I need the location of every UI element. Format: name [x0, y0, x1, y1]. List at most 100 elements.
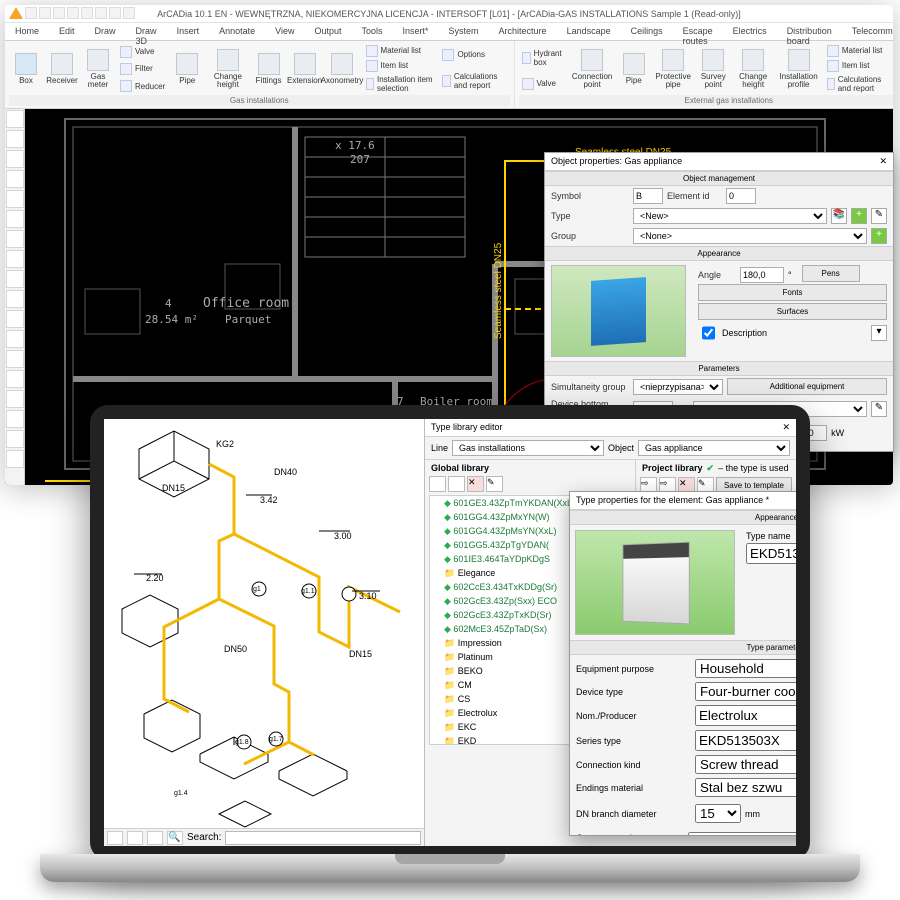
extension-button[interactable]: Extension [288, 43, 322, 95]
app-logo-icon [9, 7, 23, 19]
nom-input[interactable] [695, 705, 796, 726]
valve2-button[interactable]: Valve [519, 77, 568, 91]
additional-equip-button[interactable]: Additional equipment [727, 378, 887, 395]
item-list-button[interactable]: Item list [363, 59, 438, 73]
symbol-input[interactable] [633, 188, 663, 204]
tab-view[interactable]: View [265, 23, 304, 40]
pipe2-button[interactable]: Pipe [617, 43, 651, 95]
lib-btn-icon[interactable] [448, 476, 465, 492]
close-icon[interactable]: ✕ [782, 422, 790, 433]
surfaces-button[interactable]: Surfaces [698, 303, 887, 320]
dn-select[interactable]: 15 [695, 804, 741, 823]
pencil-icon[interactable]: ✎ [871, 208, 887, 224]
description-checkbox[interactable] [702, 325, 715, 341]
left-toolbar[interactable] [5, 109, 25, 485]
lib-edit-icon[interactable]: ✎ [486, 476, 503, 492]
tab-edit[interactable]: Edit [49, 23, 85, 40]
protective-pipe-button[interactable]: Protective pipe [653, 43, 694, 95]
isometric-view[interactable]: KG2 DN40 DN15 DN15 DN50 3.42 3.00 2.20 3… [104, 419, 424, 846]
type-name-input[interactable] [746, 543, 796, 564]
tab-system[interactable]: System [439, 23, 489, 40]
tab-ceilings[interactable]: Ceilings [621, 23, 673, 40]
angle-input[interactable] [740, 267, 784, 283]
change-height2-button[interactable]: Change height [733, 43, 773, 95]
tab-landscape[interactable]: Landscape [557, 23, 621, 40]
devtype-select[interactable]: Four-burner cooker with roaster [695, 682, 796, 701]
line-select[interactable]: Gas installations [452, 440, 604, 456]
eqp-select[interactable]: Household [695, 659, 796, 678]
reducer-button[interactable]: Reducer [117, 79, 168, 93]
axonometry-button[interactable]: Axonometry [324, 43, 361, 95]
pens-button[interactable]: Pens [802, 265, 860, 282]
svg-text:3.10: 3.10 [359, 591, 377, 601]
laptop-base [40, 854, 860, 882]
tab-draw[interactable]: Draw [85, 23, 126, 40]
series-input[interactable] [695, 730, 796, 751]
close-icon[interactable]: ✕ [879, 156, 887, 167]
ribbon-tabs[interactable]: HomeEditDrawDraw 3DInsertAnnotateViewOut… [5, 23, 893, 41]
help-button[interactable]: Help [890, 75, 893, 89]
iso-bottom-toolbar[interactable]: 🔍Search: [104, 828, 424, 846]
add-icon[interactable]: + [851, 208, 867, 224]
install-profile-button[interactable]: Installation profile [775, 43, 822, 95]
tab-insert[interactable]: Insert [167, 23, 210, 40]
tab-output[interactable]: Output [304, 23, 351, 40]
description-edit-icon[interactable]: ▾ [871, 325, 887, 341]
type-library-icon[interactable]: 📚 [831, 208, 847, 224]
calc-button[interactable]: Calculations and report [439, 71, 509, 91]
tool-icon[interactable] [127, 831, 143, 845]
window-title: ArCADia 10.1 EN - WEWNĘTRZNA, NIEKOMERCY… [157, 9, 741, 19]
tab-home[interactable]: Home [5, 23, 49, 40]
tab-escape-routes[interactable]: Escape routes [673, 23, 723, 40]
tab-annotate[interactable]: Annotate [209, 23, 265, 40]
options2-button[interactable]: Options [890, 49, 893, 63]
group-select[interactable]: <None> [633, 228, 867, 244]
tab-tools[interactable]: Tools [352, 23, 393, 40]
tool-icon[interactable] [147, 831, 163, 845]
simultaneity-select[interactable]: <nieprzypisana> [633, 379, 723, 395]
endings-select[interactable]: Stal bez szwu [695, 778, 796, 797]
quick-access-toolbar[interactable] [25, 7, 135, 19]
tab-distribution-board[interactable]: Distribution board [777, 23, 842, 40]
tab-electrics[interactable]: Electrics [723, 23, 777, 40]
install-item-sel-button[interactable]: Installation item selection [363, 74, 438, 94]
item-list2-button[interactable]: Item list [824, 59, 889, 73]
search-icon[interactable]: 🔍 [167, 831, 183, 845]
cbh-input[interactable] [688, 832, 796, 836]
object-select[interactable]: Gas appliance [638, 440, 790, 456]
options-button[interactable]: Options [439, 48, 509, 62]
add-group-icon[interactable]: + [871, 228, 887, 244]
filter-button[interactable]: Filter [117, 62, 168, 76]
svg-text:x 17.6: x 17.6 [335, 139, 375, 152]
tab-architecture[interactable]: Architecture [489, 23, 557, 40]
svg-text:DN50: DN50 [224, 644, 247, 654]
calc2-button[interactable]: Calculations and report [824, 74, 889, 94]
hydrant-button[interactable]: Hydrant box [519, 48, 568, 68]
connection-point-button[interactable]: Connection point [570, 43, 615, 95]
conn-select[interactable]: Screw thread [695, 755, 796, 774]
fonts-button[interactable]: Fonts [698, 284, 887, 301]
panel-title: Type properties for the element: Gas app… [576, 495, 769, 506]
svg-text:Seamless steel DN25: Seamless steel DN25 [493, 242, 504, 339]
box-button[interactable]: Box [9, 43, 43, 95]
material-list-button[interactable]: Material list [363, 44, 438, 58]
receiver-button[interactable]: Receiver [45, 43, 79, 95]
lib-del-icon[interactable]: ✕ [467, 476, 484, 492]
elementid-input[interactable] [726, 188, 756, 204]
fittings-button[interactable]: Fittings [252, 43, 286, 95]
gas-edit-icon[interactable]: ✎ [871, 401, 887, 417]
tab-draw-3d[interactable]: Draw 3D [126, 23, 167, 40]
lib-btn-icon[interactable] [429, 476, 446, 492]
valve-button[interactable]: Valve [117, 45, 168, 59]
survey-point-button[interactable]: Survey point [696, 43, 732, 95]
tool-icon[interactable] [107, 831, 123, 845]
tab-telecommunication[interactable]: Telecommunication [842, 23, 893, 40]
gas-meter-button[interactable]: Gas meter [81, 43, 115, 95]
search-input[interactable] [225, 831, 421, 845]
type-select[interactable]: <New> [633, 208, 827, 224]
tab-insert-[interactable]: Insert* [393, 23, 439, 40]
change-height-button[interactable]: Change height [206, 43, 249, 95]
type-properties-panel[interactable]: Type properties for the element: Gas app… [569, 491, 796, 836]
material-list2-button[interactable]: Material list [824, 44, 889, 58]
pipe-button[interactable]: Pipe [170, 43, 204, 95]
